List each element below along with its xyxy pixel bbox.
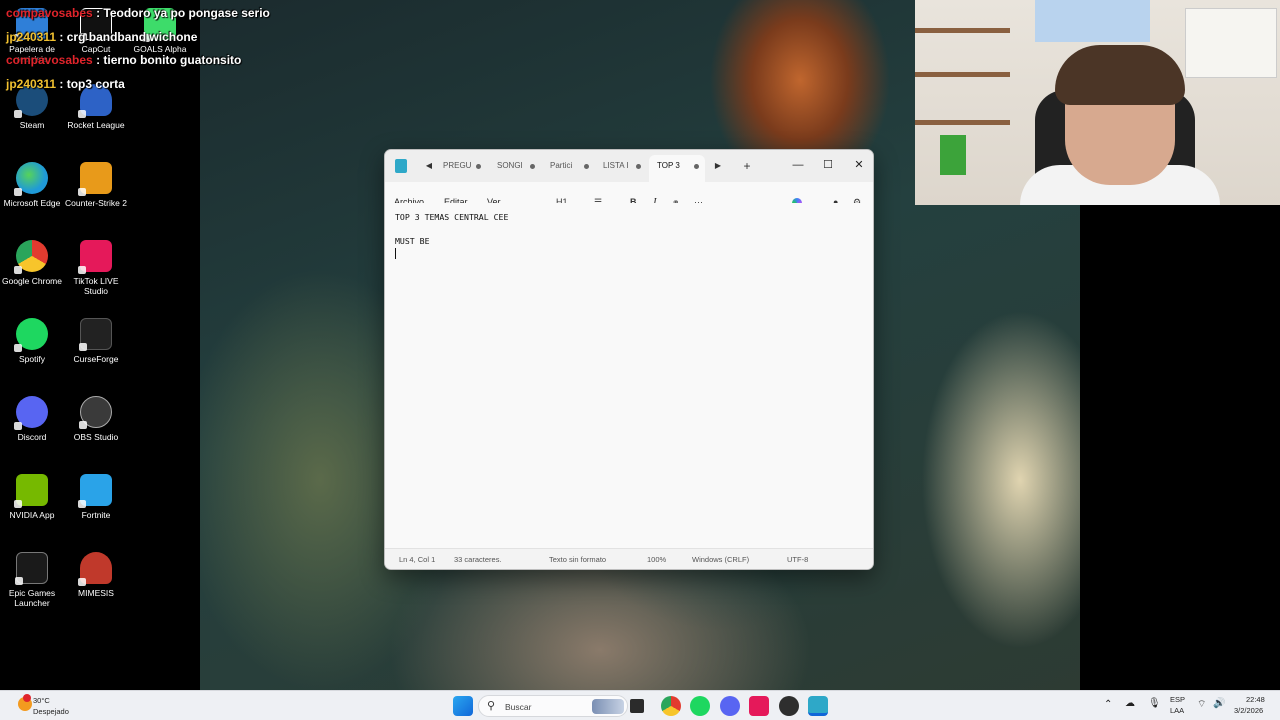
desktop-icon-curseforge[interactable]: CurseForge (64, 318, 128, 364)
unsaved-dot-icon (636, 164, 641, 169)
desktop-icon-epic-games[interactable]: Epic Games Launcher (0, 552, 64, 608)
chrome-taskbar-icon[interactable] (661, 696, 681, 716)
character-count: 33 caracteres. (454, 555, 502, 564)
search-highlight-image (592, 699, 624, 714)
desktop: Papelera de reciclaje CapCut GOALS Alpha… (0, 0, 1280, 690)
mimesis-icon (78, 552, 112, 586)
discord-icon (14, 396, 48, 430)
zoom-level[interactable]: 100% (647, 555, 666, 564)
desktop-icon-obs[interactable]: OBS Studio (64, 396, 128, 442)
chat-username: compavosabes (6, 53, 93, 67)
epic-games-icon (15, 552, 48, 585)
discord-taskbar-icon[interactable] (720, 696, 740, 716)
editor-line: TOP 3 TEMAS CENTRAL CEE (395, 212, 509, 222)
chat-username: compavosabes (6, 6, 93, 20)
tiktok-icon (78, 240, 112, 274)
unsaved-dot-icon (476, 164, 481, 169)
close-button[interactable]: ✕ (844, 150, 873, 180)
clock-date[interactable]: 3/2/2026 (1234, 706, 1263, 715)
chevron-up-icon[interactable]: ⌃ (1104, 699, 1112, 710)
desktop-icon-spotify[interactable]: Spotify (0, 318, 64, 364)
tab-lista[interactable]: LISTA I (595, 155, 647, 182)
task-view-icon[interactable] (630, 699, 644, 713)
editor-line: MUST BE (395, 236, 430, 246)
chat-message: jp240311 : crg bandband wichone (6, 29, 198, 44)
cursor-position: Ln 4, Col 1 (399, 555, 436, 564)
chat-text: Teodoro ya po pongase serio (103, 6, 270, 20)
spotify-taskbar-icon[interactable] (690, 696, 710, 716)
notepad-window: ◀ PREGU SONGI Partici LISTA I TOP 3 ▶ + … (384, 149, 874, 570)
desktop-icon-counter-strike[interactable]: Counter-Strike 2 (64, 162, 128, 208)
wifi-icon[interactable]: ⌔ (1197, 698, 1206, 711)
search-icon: ⚲ (487, 700, 496, 712)
text-editor[interactable]: TOP 3 TEMAS CENTRAL CEE MUST BE (385, 203, 873, 548)
desktop-icon-nvidia[interactable]: NVIDIA App (0, 474, 64, 520)
chat-username: jp240311 (6, 76, 57, 91)
network-tray-icon[interactable]: ☁ (1125, 698, 1135, 709)
tab-scroll-left-icon[interactable]: ◀ (423, 160, 435, 172)
notepad-app-icon (395, 159, 407, 173)
title-bar[interactable]: ◀ PREGU SONGI Partici LISTA I TOP 3 ▶ + … (385, 150, 873, 182)
format-indicator[interactable]: Texto sin formato (549, 555, 606, 564)
tiktok-taskbar-icon[interactable] (749, 696, 769, 716)
weather-desc: Despejado (33, 707, 69, 716)
nvidia-icon (14, 474, 48, 508)
new-tab-plus-icon[interactable]: + (741, 160, 753, 172)
microphone-icon[interactable]: 🎙 (1148, 698, 1161, 709)
chat-text: crg bandband wichone (66, 29, 198, 44)
chat-message: jp240311 : top3 corta (6, 76, 125, 91)
edge-icon (14, 162, 48, 196)
notification-badge (23, 694, 31, 702)
counter-strike-icon (78, 162, 112, 196)
editor-line (395, 247, 863, 259)
tab-partici[interactable]: Partici (542, 155, 595, 182)
text-caret (395, 248, 396, 259)
fortnite-icon (78, 474, 112, 508)
taskbar: 30°C Despejado ⚲ Buscar ⌃ ☁ 🎙 ESP LAA ⌔ … (0, 690, 1280, 720)
curseforge-icon (79, 318, 112, 351)
chat-message: compavosabes : tierno bonito guatonsito (6, 53, 242, 67)
desktop-icon-tiktok[interactable]: TikTok LIVE Studio (64, 240, 128, 296)
unsaved-dot-icon (694, 164, 699, 169)
status-bar: Ln 4, Col 1 33 caracteres. Texto sin for… (385, 548, 873, 569)
weather-temp: 30°C (33, 696, 50, 705)
desktop-icon-fortnite[interactable]: Fortnite (64, 474, 128, 520)
tab-songi[interactable]: SONGI (489, 155, 541, 182)
tab-top3[interactable]: TOP 3 (649, 155, 705, 182)
weather-widget[interactable]: 30°C Despejado (12, 694, 92, 718)
chat-overlay: compavosabes : Teodoro ya po pongase ser… (6, 6, 270, 100)
volume-icon[interactable]: 🔊 (1213, 698, 1225, 709)
search-placeholder: Buscar (505, 702, 532, 712)
start-button[interactable] (453, 696, 473, 716)
desktop-icon-discord[interactable]: Discord (0, 396, 64, 442)
language-indicator[interactable]: ESP (1170, 695, 1185, 704)
minimize-button[interactable]: — (783, 150, 813, 180)
line-ending[interactable]: Windows (CRLF) (692, 555, 749, 564)
taskbar-search[interactable]: ⚲ Buscar (478, 695, 628, 717)
encoding[interactable]: UTF-8 (787, 555, 808, 564)
chat-message: compavosabes : Teodoro ya po pongase ser… (6, 6, 270, 20)
chat-text: tierno bonito guatonsito (103, 53, 242, 67)
unsaved-dot-icon (584, 164, 589, 169)
webcam-overlay (915, 0, 1280, 205)
tab-pregu[interactable]: PREGU (435, 155, 487, 182)
unsaved-dot-icon (530, 164, 535, 169)
chrome-icon (14, 240, 48, 274)
keyboard-layout[interactable]: LAA (1170, 706, 1184, 715)
chat-username: jp240311 (6, 29, 57, 44)
desktop-icon-mimesis[interactable]: MIMESIS (64, 552, 128, 598)
tab-scroll-right-icon[interactable]: ▶ (712, 160, 724, 172)
desktop-icon-chrome[interactable]: Google Chrome (0, 240, 64, 286)
maximize-button[interactable]: ☐ (813, 150, 843, 180)
obs-taskbar-icon[interactable] (779, 696, 799, 716)
chat-text: top3 corta (66, 76, 125, 91)
spotify-icon (14, 318, 48, 352)
desktop-icon-edge[interactable]: Microsoft Edge (0, 162, 64, 208)
obs-icon (79, 396, 112, 429)
notepad-taskbar-icon[interactable] (808, 696, 828, 716)
clock-time[interactable]: 22:48 (1246, 695, 1265, 704)
